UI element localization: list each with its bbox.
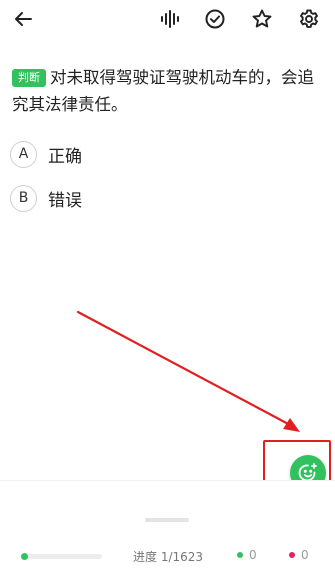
drag-handle[interactable] [145, 518, 189, 522]
quiz-screen: 判断 对未取得驾驶证驾驶机动车的，会追究其法律责任。 A 正确 B 错误 进度 … [0, 0, 335, 576]
option-b[interactable]: B 错误 [10, 183, 82, 213]
option-letter-circle: A [10, 140, 37, 168]
favorite-button[interactable] [249, 6, 275, 32]
progress-label: 进度 1/1623 [133, 550, 204, 564]
correct-dot-icon [237, 552, 243, 558]
option-a[interactable]: A 正确 [10, 139, 82, 169]
progress-dot [21, 553, 28, 560]
question-block: 判断 对未取得驾驶证驾驶机动车的，会追究其法律责任。 [12, 64, 327, 118]
progress-bar [21, 553, 102, 560]
voice-button[interactable] [157, 6, 183, 32]
question-text: 对未取得驾驶证驾驶机动车的，会追究其法律责任。 [12, 68, 314, 114]
arrow-left-icon [15, 12, 32, 26]
question-type-badge: 判断 [12, 69, 46, 87]
correct-count-value: 0 [249, 548, 257, 562]
top-bar [0, 0, 335, 38]
option-text: 错误 [48, 190, 82, 211]
check-button[interactable] [202, 6, 228, 32]
option-text: 正确 [48, 146, 82, 167]
voice-wave-icon [161, 10, 179, 28]
arrow-head [283, 418, 300, 432]
star-icon [252, 9, 272, 28]
gear-icon [300, 9, 318, 28]
settings-button[interactable] [296, 6, 322, 32]
check-circle-icon [205, 9, 225, 29]
correct-count: 0 [237, 548, 257, 562]
bottom-panel: 进度 1/1623 0 0 [0, 480, 335, 576]
wrong-dot-icon [289, 552, 295, 558]
wrong-count-value: 0 [301, 548, 309, 562]
wrong-count: 0 [289, 548, 309, 562]
back-button[interactable] [10, 6, 36, 32]
option-letter-circle: B [10, 184, 37, 212]
